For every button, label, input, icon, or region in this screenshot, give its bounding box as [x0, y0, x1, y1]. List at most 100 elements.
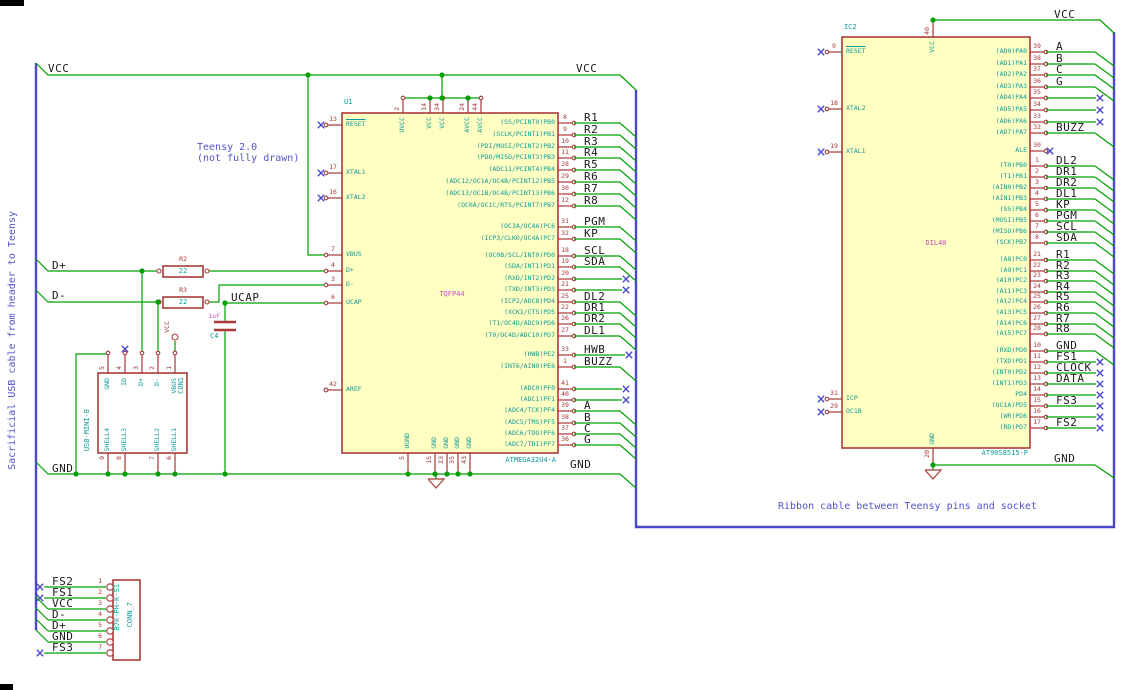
pin-name: (SDA/INT1)PD1 [504, 262, 555, 270]
pin-number: 4 [1035, 189, 1039, 197]
net-label-fs2: FS2 [1056, 416, 1078, 429]
pin-number: 7 [331, 245, 335, 253]
net-label-r8: R8 [584, 194, 599, 207]
pin-number: 10 [1033, 341, 1041, 349]
component-value: 1uF [208, 312, 220, 320]
junction-dot [139, 268, 145, 274]
net-label-dplus: D+ [52, 259, 67, 272]
bus-entry [1094, 86, 1115, 102]
pin-number: 3 [132, 366, 140, 370]
pin-number: 21 [1033, 250, 1041, 258]
pin-number: 5 [1035, 200, 1039, 208]
pin-number: 6 [331, 293, 335, 301]
pin-number: 6 [98, 632, 102, 640]
pin-number: 36 [1033, 77, 1041, 85]
wire [307, 75, 326, 256]
component-ref: U1 [344, 98, 353, 106]
bus-entry [1094, 187, 1115, 203]
pin-name: (OC1A)PD5 [991, 401, 1027, 409]
pin-name: SHELL2 [153, 427, 161, 451]
pin-name: UCAP [346, 298, 362, 306]
screen-artifact-bottom [0, 684, 13, 690]
pin-end [139, 350, 145, 356]
pin-number: 37 [1033, 65, 1041, 73]
bus-entry [1094, 176, 1115, 192]
pin-number: 39 [561, 401, 569, 409]
pin-number: 26 [1033, 303, 1041, 311]
pin-name: (AD5)PA5 [995, 105, 1027, 113]
pin-end [824, 106, 830, 112]
bus-entry [1094, 231, 1115, 247]
junction-dot [427, 95, 433, 101]
pin-number: 30 [561, 184, 569, 192]
bus-entry [1094, 63, 1115, 79]
pin-number: 44 [471, 103, 479, 111]
bus-entry [1094, 242, 1115, 258]
pin-number: 34 [1033, 100, 1041, 108]
net-label-c: C [1056, 63, 1064, 76]
net-label-dl1: DL1 [584, 324, 606, 337]
pin-number: 28 [561, 160, 569, 168]
pin-name: (ICP3/CLK0/OC4A)PC7 [480, 234, 555, 242]
pin-number: 8 [1035, 233, 1039, 241]
bus-entry [1094, 350, 1115, 366]
bus-entry [35, 607, 49, 621]
pin-number: 7 [1035, 222, 1039, 230]
pin-name: (PDO/MISO/PCINT3)PB3 [476, 153, 555, 161]
pin-number: 8 [563, 113, 567, 121]
bus-entry [619, 238, 637, 254]
pin-name: (A13)PC5 [995, 308, 1027, 316]
pin-number: 2 [1035, 167, 1039, 175]
wire [933, 464, 1115, 479]
pin-end [204, 268, 210, 274]
junction-dot [439, 72, 445, 78]
bus-entry [619, 146, 637, 162]
pin-name: (A12)PC4 [995, 297, 1027, 305]
pin-number: 1 [1035, 156, 1039, 164]
pin-number: 17 [1033, 418, 1041, 426]
junction-dot [222, 471, 228, 477]
pin-number: 27 [1033, 314, 1041, 322]
pin-end [155, 350, 161, 356]
bus-entry [619, 157, 637, 173]
pin-number: 19 [830, 142, 838, 150]
pin-name: (AD0)PA0 [995, 47, 1027, 55]
net-label-sda: SDA [1056, 231, 1078, 244]
bus-entry [619, 122, 637, 138]
net-label-vcc: VCC [1054, 8, 1076, 21]
pin-number: 9 [832, 42, 836, 50]
bus-entry [1094, 259, 1115, 275]
pin-number: 29 [830, 402, 838, 410]
pin-name: GND [928, 433, 936, 445]
pin-name: (ADC13/OC1B/OC4B/PCINT13)PB6 [445, 189, 555, 197]
bus-entry [619, 410, 637, 426]
pin-number: 3 [1035, 178, 1039, 186]
pin-end [323, 282, 329, 288]
pin-number: 23 [437, 456, 445, 464]
junction-dot [122, 471, 128, 477]
pin-name: (A9)PC1 [999, 266, 1027, 274]
pin-end [323, 300, 329, 306]
pin-name: ALE [1015, 146, 1027, 154]
pin-number: 5 [398, 456, 406, 460]
pin-number: 2 [393, 107, 401, 111]
bus-entry [619, 422, 637, 438]
pin-name: (RD)PD7 [999, 423, 1027, 431]
pin-end [323, 170, 329, 176]
pin-name: (ADC0)PF0 [519, 384, 555, 392]
pin-end [824, 396, 830, 402]
pin-number: 41 [561, 379, 569, 387]
pin-number: 8 [115, 456, 123, 460]
pin-number: 38 [561, 413, 569, 421]
component-ref: CONN_7 [126, 602, 134, 628]
pin-end [122, 350, 128, 356]
bus-entry [619, 266, 637, 282]
pin-end [323, 252, 329, 258]
component-ref: CON1 [177, 377, 185, 394]
junction-dot [172, 471, 178, 477]
pin-name: (INT0)PD2 [991, 368, 1027, 376]
pin-name: D+ [137, 378, 145, 386]
pin-name: (SCK)PB7 [995, 238, 1027, 246]
pin-number: 20 [561, 269, 569, 277]
pin-number: 1 [165, 366, 173, 370]
